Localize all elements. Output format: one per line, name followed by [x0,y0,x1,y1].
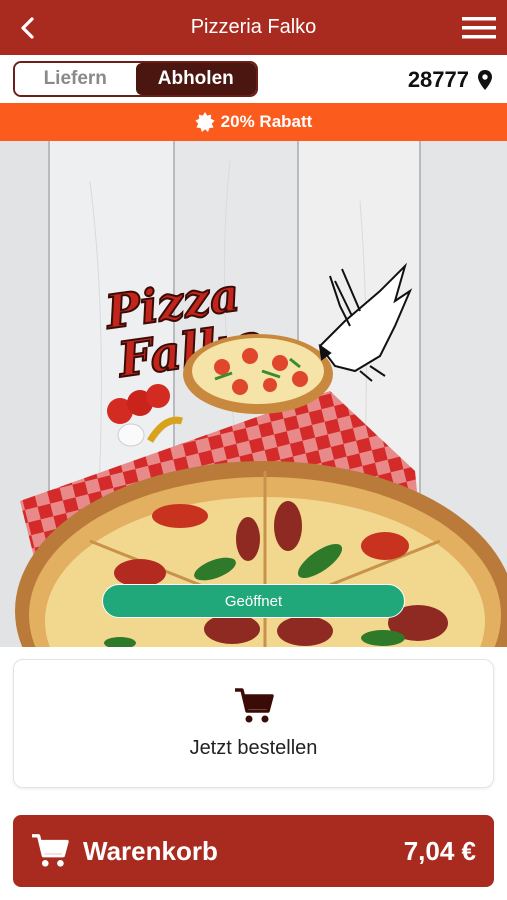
hero-illustration: Pizza Falko [0,141,507,647]
back-button[interactable] [10,10,46,46]
location-pin-icon [478,70,492,90]
order-now-card[interactable]: Jetzt bestellen [13,659,494,788]
cart-label: Warenkorb [83,835,218,866]
page-title: Pizzeria Falko [190,16,317,38]
shopping-cart-icon [234,688,274,723]
delivery-mode-toggle: Liefern Abholen [13,61,258,97]
zip-code: 28777 [407,67,469,92]
toggle-option-abholen[interactable]: Abholen [135,63,256,95]
open-status-badge: Geöffnet [102,584,405,618]
promo-text: 20% Rabatt [220,112,313,131]
hamburger-menu-icon [462,17,496,39]
shopping-cart-icon [32,834,69,867]
cart-button[interactable]: Warenkorb 7,04 € [13,815,494,887]
restaurant-hero-image: Pizza Falko [0,141,507,647]
promo-banner: 20% Rabatt [0,103,507,141]
mode-bar: Liefern Abholen 28777 [0,55,507,103]
chevron-left-icon [21,17,34,39]
app-header: Pizzeria Falko [0,0,507,55]
menu-button[interactable] [459,10,499,46]
cart-total: 7,04 € [403,835,476,866]
location-selector[interactable]: 28777 [408,67,493,93]
toggle-option-liefern[interactable]: Liefern [15,63,136,95]
badge-star-icon [195,112,215,132]
order-now-label: Jetzt bestellen [189,737,318,759]
